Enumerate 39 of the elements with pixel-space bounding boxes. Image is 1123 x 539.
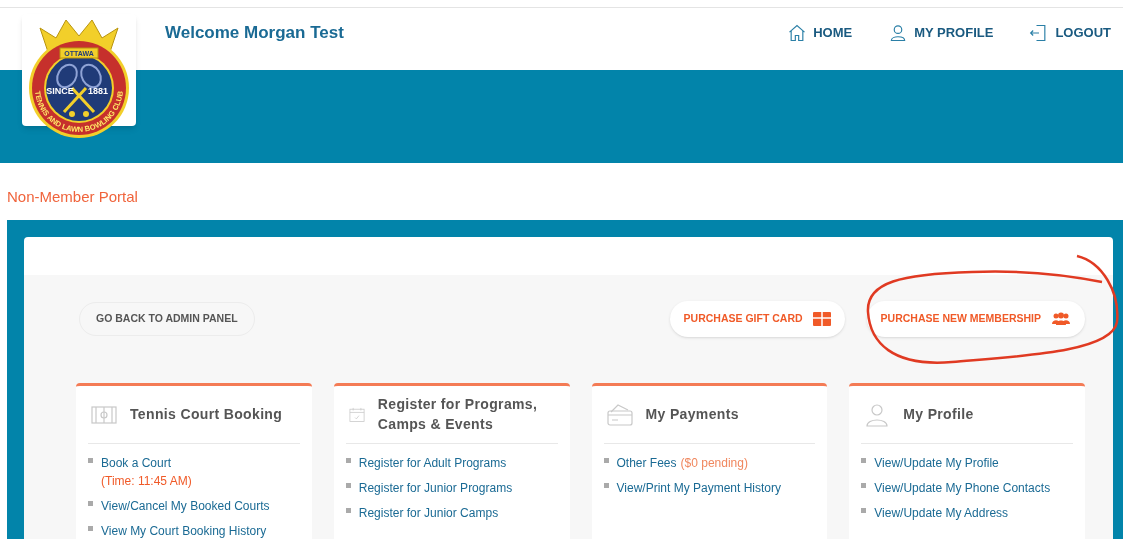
- pending-note: ($0 pending): [680, 455, 748, 472]
- menu-link[interactable]: Register for Junior Programs: [358, 479, 513, 497]
- menu-link[interactable]: View/Update My Profile: [874, 454, 999, 472]
- bullet-icon: [861, 508, 867, 513]
- group-icon: [1051, 312, 1071, 326]
- welcome-heading: Welcome Morgan Test: [165, 22, 344, 45]
- menu-link[interactable]: Register for Adult Programs: [358, 454, 507, 472]
- nav-link[interactable]: MY PROFILE: [888, 23, 994, 43]
- home-icon: [787, 23, 808, 43]
- bullet-icon: [345, 458, 351, 463]
- gift-card-icon: [812, 312, 831, 326]
- card-title: Tennis Court Booking: [130, 404, 283, 424]
- bullet-icon: [345, 508, 351, 513]
- menu-link[interactable]: View/Update My Address: [874, 504, 1009, 522]
- portal-title: Non-Member Portal: [7, 186, 138, 207]
- menu-link[interactable]: Other Fees: [616, 454, 677, 472]
- menu-link[interactable]: Register for Junior Camps: [358, 504, 499, 522]
- purchase-button[interactable]: PURCHASE NEW MEMBERSHIP: [866, 301, 1085, 337]
- purchase-button[interactable]: PURCHASE GIFT CARD: [669, 301, 845, 337]
- menu-link[interactable]: View/Update My Phone Contacts: [874, 479, 1051, 497]
- menu-link[interactable]: View My Court Booking History: [101, 522, 267, 539]
- card-title: My Payments: [645, 404, 739, 424]
- bullet-icon: [88, 458, 93, 463]
- bullet-icon: [603, 483, 609, 488]
- time-note: (Time: 11:45 AM): [101, 473, 192, 490]
- bullet-icon: [861, 458, 867, 463]
- bullet-icon: [345, 483, 351, 488]
- nav-link[interactable]: HOME: [787, 23, 853, 43]
- menu-link[interactable]: View/Cancel My Booked Courts: [101, 497, 270, 515]
- menu-link[interactable]: Book a Court: [101, 454, 172, 472]
- bullet-icon: [88, 526, 93, 531]
- bullet-icon: [861, 483, 867, 488]
- nav-link[interactable]: LOGOUT: [1029, 23, 1111, 43]
- menu-link[interactable]: View/Print My Payment History: [616, 479, 781, 497]
- bullet-icon: [603, 458, 609, 463]
- card-title: My Profile: [903, 404, 974, 424]
- back-button[interactable]: GO BACK TO ADMIN PANEL: [79, 302, 255, 336]
- bullet-icon: [88, 501, 93, 506]
- card-title: Register for Programs, Camps & Events: [377, 394, 539, 434]
